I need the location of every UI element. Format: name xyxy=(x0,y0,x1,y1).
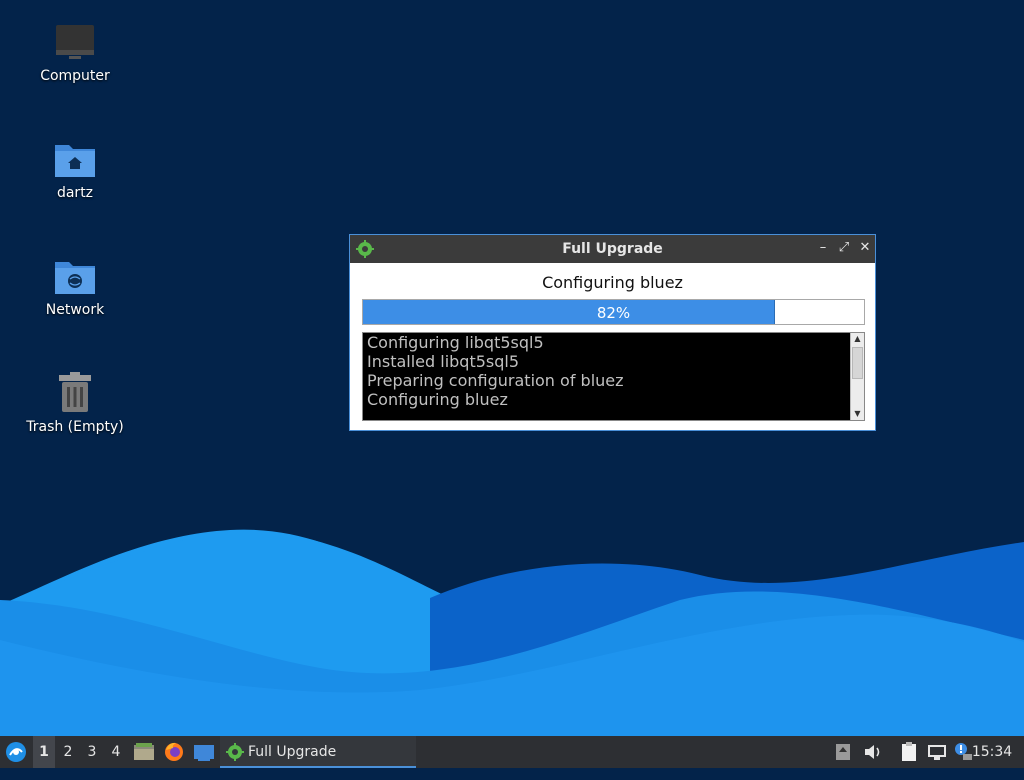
log-lines: Configuring libqt5sql5 Installed libqt5s… xyxy=(367,333,846,409)
task-full-upgrade[interactable]: Full Upgrade xyxy=(220,736,416,768)
clipboard-icon[interactable] xyxy=(898,736,920,768)
lubuntu-logo-icon xyxy=(6,742,26,762)
desktop-icon-label: Network xyxy=(45,302,105,318)
task-label: Full Upgrade xyxy=(248,744,337,760)
home-folder-icon xyxy=(53,137,97,181)
network-icon[interactable] xyxy=(926,736,948,768)
desktop-icon-trash[interactable]: Trash (Empty) xyxy=(20,371,130,435)
firefox-icon[interactable] xyxy=(162,736,186,768)
file-manager-icon[interactable] xyxy=(132,736,156,768)
close-button[interactable]: ✕ xyxy=(857,240,873,256)
scroll-thumb[interactable] xyxy=(852,347,863,379)
status-label: Configuring bluez xyxy=(542,273,683,292)
network-folder-icon xyxy=(53,254,97,298)
maximize-button[interactable]: ⤢ xyxy=(836,240,852,256)
clock[interactable]: 15:34 xyxy=(968,736,1016,768)
progress-label: 82% xyxy=(596,304,631,322)
desktop-icon-label: Computer xyxy=(40,68,110,84)
log-line: Configuring libqt5sql5 xyxy=(367,333,544,352)
workspace-4[interactable]: 4 xyxy=(105,736,127,768)
taskbar: 1 2 3 4 Full Upgrade 15:34 xyxy=(0,736,1024,768)
window-title: Full Upgrade xyxy=(562,241,663,257)
desktop-icon-label: Trash (Empty) xyxy=(26,419,124,435)
desktop-icon-label: dartz xyxy=(56,185,94,201)
workspace-1[interactable]: 1 xyxy=(33,736,55,768)
computer-icon xyxy=(53,20,97,64)
tray-up-arrow-icon[interactable] xyxy=(834,736,852,768)
workspace-2[interactable]: 2 xyxy=(57,736,79,768)
log-line: Preparing configuration of bluez xyxy=(367,371,624,390)
log-scrollbar[interactable]: ▲ ▼ xyxy=(850,333,864,420)
desktop-icon[interactable] xyxy=(192,736,216,768)
trash-icon xyxy=(53,371,97,415)
window-titlebar[interactable]: Full Upgrade – ⤢ ✕ xyxy=(350,235,875,263)
log-output: Configuring libqt5sql5 Installed libqt5s… xyxy=(362,332,865,421)
gear-icon xyxy=(226,743,244,761)
start-menu-button[interactable] xyxy=(2,736,30,768)
full-upgrade-window: Full Upgrade – ⤢ ✕ Configuring bluez 82%… xyxy=(349,234,876,431)
scroll-down-arrow-icon[interactable]: ▼ xyxy=(851,408,864,420)
volume-icon[interactable] xyxy=(862,736,884,768)
desktop-icon-network[interactable]: Network xyxy=(20,254,130,318)
desktop-icon-home[interactable]: dartz xyxy=(20,137,130,201)
desktop-icon-computer[interactable]: Computer xyxy=(20,20,130,84)
scroll-up-arrow-icon[interactable]: ▲ xyxy=(851,333,864,345)
minimize-button[interactable]: – xyxy=(815,240,831,256)
log-line: Configuring bluez xyxy=(367,390,508,409)
workspace-3[interactable]: 3 xyxy=(81,736,103,768)
desktop: Computer dartz Network Trash (Empty) Ful… xyxy=(0,0,1024,736)
log-line: Installed libqt5sql5 xyxy=(367,352,520,371)
progress-bar: 82% xyxy=(362,299,865,325)
